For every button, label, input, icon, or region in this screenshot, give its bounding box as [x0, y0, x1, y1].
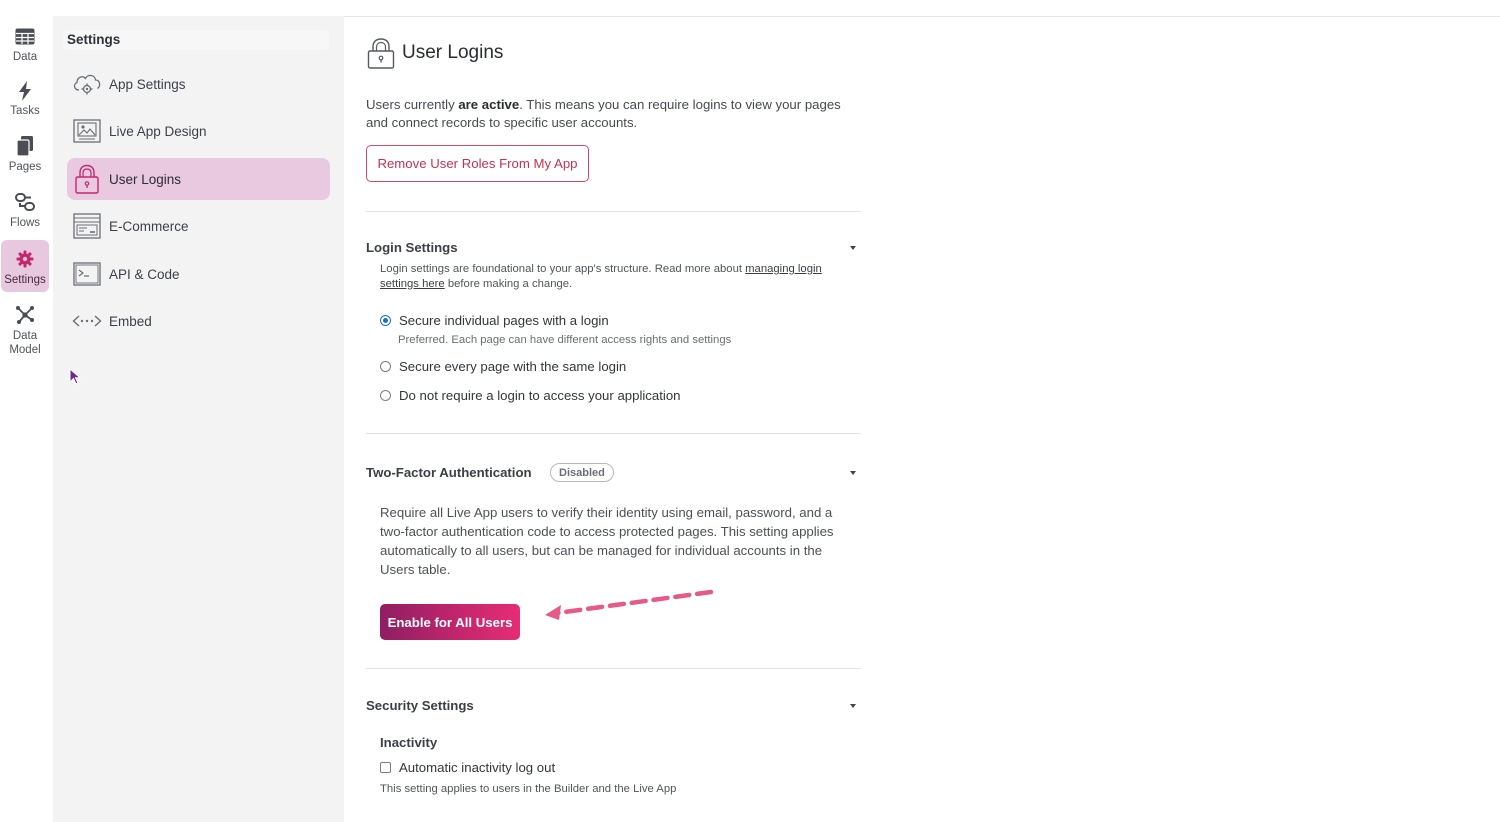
inactivity-logout-checkbox-row[interactable]: Automatic inactivity log out — [380, 760, 555, 775]
settings-panel: Settings App Settings Live App Design Us… — [53, 16, 344, 822]
intro-status: are active — [458, 97, 520, 112]
radio-button[interactable] — [380, 361, 391, 372]
divider — [366, 668, 861, 669]
table-icon — [14, 26, 36, 47]
rail-label-settings: Settings — [4, 274, 46, 286]
two-factor-collapse-icon[interactable] — [850, 471, 856, 475]
rail-item-settings[interactable]: Settings — [1, 240, 49, 292]
rail-label-flows: Flows — [9, 217, 41, 229]
radio-label: Secure individual pages with a login — [399, 313, 609, 328]
nav-item-live-app-design[interactable]: Live App Design — [67, 110, 330, 152]
rail-item-flows[interactable]: Flows — [1, 183, 49, 231]
enable-for-all-users-button[interactable]: Enable for All Users — [380, 604, 520, 640]
radio-sublabel: Preferred. Each page can have different … — [398, 334, 732, 346]
nav-label-embed: Embed — [109, 313, 152, 329]
image-icon — [72, 116, 102, 146]
security-settings-collapse-icon[interactable] — [850, 704, 856, 708]
intro-prefix: Users currently — [366, 97, 459, 112]
intro-text: Users currently are active. This means y… — [366, 96, 861, 132]
inactivity-help: This setting applies to users in the Bui… — [380, 783, 677, 795]
rail-item-data[interactable]: Data — [1, 18, 49, 64]
rail-label-data: Data — [12, 51, 38, 63]
lock-icon — [367, 38, 395, 69]
lock-icon — [72, 164, 102, 194]
radio-no-login[interactable]: Do not require a login to access your ap… — [380, 388, 681, 403]
security-settings-title[interactable]: Security Settings — [366, 698, 474, 713]
rail-label-tasks: Tasks — [10, 105, 40, 117]
terminal-icon — [72, 259, 102, 289]
login-settings-collapse-icon[interactable] — [850, 246, 856, 250]
nav-item-e-commerce[interactable]: E-Commerce — [67, 205, 330, 247]
remove-user-roles-button[interactable]: Remove User Roles From My App — [366, 145, 589, 182]
login-help-prefix: Login settings are foundational to your … — [380, 263, 746, 275]
lightning-icon — [14, 80, 36, 101]
nav-label-e-commerce: E-Commerce — [109, 218, 189, 234]
data-model-icon — [14, 304, 36, 326]
radio-button[interactable] — [380, 390, 391, 401]
radio-label: Do not require a login to access your ap… — [399, 388, 681, 403]
login-settings-title[interactable]: Login Settings — [366, 240, 458, 255]
rail-label-data-model: Data Model — [9, 330, 41, 356]
rail-item-data-model[interactable]: Data Model — [1, 296, 49, 358]
inactivity-logout-checkbox[interactable] — [380, 762, 391, 773]
radio-secure-every-page[interactable]: Secure every page with the same login — [380, 359, 626, 374]
login-settings-help: Login settings are foundational to your … — [380, 262, 840, 291]
cloud-gear-icon — [72, 69, 102, 99]
gear-icon — [14, 248, 36, 270]
nav-item-api-code[interactable]: API & Code — [67, 253, 330, 295]
login-help-suffix: before making a change. — [444, 277, 573, 290]
two-factor-description: Require all Live App users to verify the… — [380, 505, 834, 577]
inactivity-logout-label: Automatic inactivity log out — [399, 760, 556, 775]
embed-icon — [72, 306, 102, 336]
flows-icon — [14, 191, 36, 213]
status-badge: Disabled — [550, 463, 614, 482]
annotation-arrow-icon — [545, 589, 714, 620]
radio-secure-individual-pages[interactable]: Secure individual pages with a login — [380, 313, 609, 328]
main-content: User Logins Users currently are active. … — [344, 17, 1500, 822]
rail-item-tasks[interactable]: Tasks — [1, 72, 49, 118]
nav-label-live-app-design: Live App Design — [109, 123, 207, 139]
panel-title: Settings — [67, 32, 121, 47]
mouse-cursor-icon — [69, 368, 82, 385]
radio-button[interactable] — [380, 315, 391, 326]
left-rail: Data Tasks Pages Flows Settings Data Mod… — [0, 0, 50, 822]
ecommerce-icon — [72, 211, 102, 241]
rail-item-pages[interactable]: Pages — [1, 127, 49, 175]
two-factor-title[interactable]: Two-Factor Authentication — [366, 465, 532, 480]
nav-item-user-logins[interactable]: User Logins — [67, 158, 330, 200]
page-title: User Logins — [402, 42, 504, 63]
radio-label: Secure every page with the same login — [399, 359, 627, 374]
nav-item-app-settings[interactable]: App Settings — [67, 63, 330, 105]
nav-item-embed[interactable]: Embed — [67, 300, 330, 342]
nav-label-user-logins: User Logins — [109, 171, 182, 187]
divider — [366, 433, 861, 434]
pages-icon — [14, 135, 36, 157]
nav-label-api-code: API & Code — [109, 266, 180, 282]
inactivity-heading: Inactivity — [380, 735, 438, 750]
rail-label-pages: Pages — [8, 161, 42, 173]
nav-label-app-settings: App Settings — [109, 76, 186, 92]
divider — [366, 211, 861, 212]
